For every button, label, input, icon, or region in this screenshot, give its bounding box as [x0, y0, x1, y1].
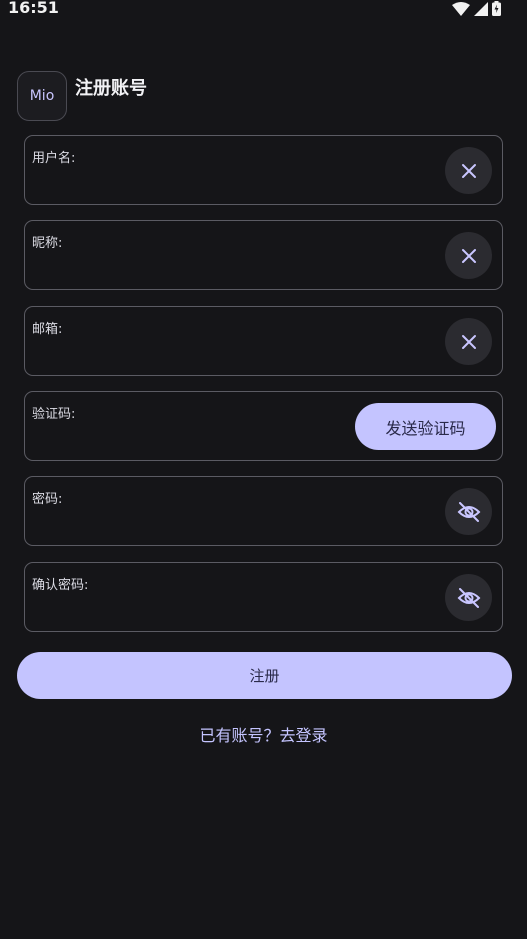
eye-off-icon — [457, 587, 481, 608]
nickname-label: 昵称: — [32, 236, 63, 251]
code-input[interactable] — [32, 424, 332, 452]
wifi-icon — [452, 1, 470, 16]
nickname-input[interactable] — [32, 253, 432, 281]
eye-off-icon — [457, 501, 481, 522]
app-logo: Mio — [17, 71, 67, 121]
page-title: 注册账号 — [75, 78, 147, 99]
email-label: 邮箱: — [32, 322, 63, 337]
status-icons — [452, 1, 501, 16]
code-label: 验证码: — [32, 407, 76, 422]
email-field[interactable]: 邮箱: — [24, 306, 503, 376]
username-input[interactable] — [32, 168, 432, 196]
nickname-field[interactable]: 昵称: — [24, 220, 503, 290]
battery-charging-icon — [492, 1, 501, 16]
clear-email-button[interactable] — [445, 318, 492, 365]
toggle-confirm-password-visibility-button[interactable] — [445, 574, 492, 621]
password-field[interactable]: 密码: — [24, 476, 503, 546]
code-field[interactable]: 验证码: 发送验证码 — [24, 391, 503, 461]
password-label: 密码: — [32, 492, 63, 507]
password-input[interactable] — [32, 509, 432, 537]
clear-username-button[interactable] — [445, 147, 492, 194]
signal-icon — [474, 1, 488, 16]
status-bar: 16:51 — [0, 0, 527, 20]
status-time: 16:51 — [8, 0, 59, 17]
confirm-password-input[interactable] — [32, 595, 432, 623]
toggle-password-visibility-button[interactable] — [445, 488, 492, 535]
close-icon — [461, 163, 477, 179]
close-icon — [461, 248, 477, 264]
register-screen: 16:51 Mio 注册账号 用户名: 昵称: 邮箱: 验证码: 发送验证码 密… — [0, 0, 527, 939]
clear-nickname-button[interactable] — [445, 232, 492, 279]
register-button[interactable]: 注册 — [17, 652, 512, 699]
email-input[interactable] — [32, 339, 432, 367]
go-to-login-link[interactable]: 已有账号？去登录 — [0, 722, 527, 746]
close-icon — [461, 334, 477, 350]
app-logo-text: Mio — [29, 88, 55, 104]
username-label: 用户名: — [32, 151, 76, 166]
confirm-password-field[interactable]: 确认密码: — [24, 562, 503, 632]
send-code-button[interactable]: 发送验证码 — [355, 403, 496, 450]
username-field[interactable]: 用户名: — [24, 135, 503, 205]
confirm-password-label: 确认密码: — [32, 578, 89, 593]
